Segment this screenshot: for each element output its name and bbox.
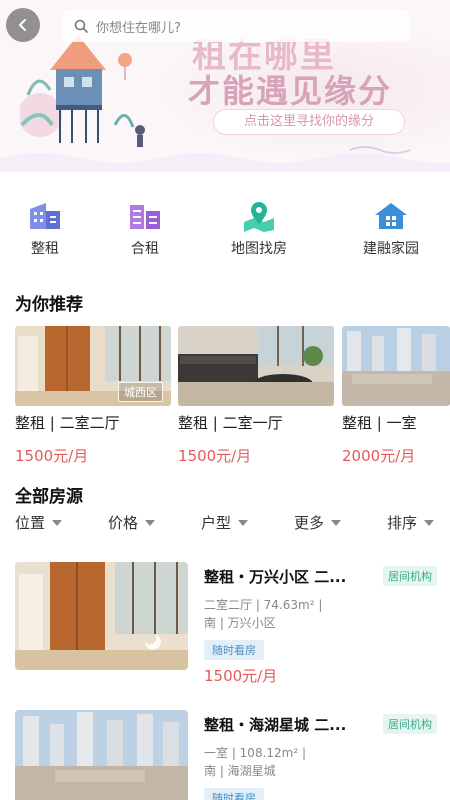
recommend-section-title: 为你推荐 [15, 295, 83, 315]
banner-cta-pill[interactable]: 点击这里寻找你的缘分 [213, 109, 405, 135]
category-nav: 整租 合租 地图找房 建融家园 [0, 200, 450, 260]
listing-item[interactable]: 整租・海湖星城 二... 居间机构 一室 | 108.12m² | 南 | 海湖… [15, 710, 440, 800]
filter-label: 户型 [201, 514, 232, 532]
filter-layout[interactable]: 户型 [201, 512, 249, 533]
filter-price[interactable]: 价格 [108, 512, 156, 533]
listing-item[interactable]: 整租・万兴小区 二... 居间机构 二室二厅 | 74.63m² | 南 | 万… [15, 562, 440, 685]
recommend-price: 2000元/月 [342, 447, 416, 465]
recommend-card[interactable]: 城西区 整租 | 二室二厅 1500元/月 [15, 326, 171, 466]
recommend-price: 1500元/月 [15, 447, 89, 465]
recommend-price: 1500元/月 [178, 447, 252, 465]
caret-down-icon [331, 519, 342, 526]
feature-tag: 随时看房 [204, 788, 264, 800]
search-placeholder: 你想住在哪儿? [96, 20, 181, 36]
building-icon [30, 203, 60, 229]
category-label: 地图找房 [231, 241, 287, 257]
recommend-name: 整租 | 二室二厅 [15, 414, 120, 432]
filter-label: 更多 [294, 514, 325, 532]
category-map-search[interactable]: 地图找房 [214, 200, 304, 258]
listing-location: 南 | 海湖星城 [204, 764, 276, 778]
recommend-name: 整租 | 一室 [342, 414, 417, 432]
recommend-card[interactable]: 整租 | 一室 2000元/月 [342, 326, 450, 466]
category-jianrong-home[interactable]: 建融家园 [346, 200, 436, 258]
feature-tag: 随时看房 [204, 640, 264, 660]
home-icon [375, 203, 407, 229]
filter-label: 排序 [387, 514, 418, 532]
recommend-name: 整租 | 二室一厅 [178, 414, 283, 432]
listing-title: 整租・海湖星城 二... [204, 716, 347, 734]
listing-photo [15, 562, 188, 670]
district-tag: 城西区 [118, 382, 163, 402]
category-label: 建融家园 [363, 241, 419, 257]
filter-more[interactable]: 更多 [294, 512, 342, 533]
filter-location[interactable]: 位置 [15, 512, 63, 533]
listing-location: 南 | 万兴小区 [204, 616, 276, 630]
listing-specs: 一室 | 108.12m² | [204, 746, 307, 760]
listing-price: 1500元/月 [204, 667, 278, 685]
listing-specs: 二室二厅 | 74.63m² | [204, 598, 323, 612]
agency-badge: 居间机构 [383, 714, 437, 734]
filter-label: 价格 [108, 514, 139, 532]
agency-badge: 居间机构 [383, 566, 437, 586]
recommend-photo: 城西区 [15, 326, 171, 406]
category-label: 合租 [131, 241, 159, 257]
filter-sort[interactable]: 排序 [387, 512, 435, 533]
category-whole-rent[interactable]: 整租 [0, 200, 90, 258]
shared-building-icon [130, 205, 160, 229]
chevron-left-icon [19, 19, 26, 31]
recommend-photo [178, 326, 334, 406]
category-shared-rent[interactable]: 合租 [100, 200, 190, 258]
map-pin-icon [244, 202, 274, 232]
category-label: 整租 [31, 241, 59, 257]
house-illustration-icon [20, 35, 145, 147]
filter-bar: 位置 价格 户型 更多 排序 [0, 512, 450, 538]
listing-photo [15, 710, 188, 800]
recommend-card[interactable]: 整租 | 二室一厅 1500元/月 [178, 326, 334, 466]
caret-down-icon [145, 519, 156, 526]
search-input[interactable]: 你想住在哪儿? [62, 10, 410, 42]
caret-down-icon [52, 519, 63, 526]
all-listings-title: 全部房源 [15, 487, 83, 507]
back-button[interactable] [6, 8, 40, 42]
caret-down-icon [424, 519, 435, 526]
search-icon [74, 19, 88, 33]
banner-title-line2: 才能遇见缘分 [188, 72, 393, 110]
recommend-photo [342, 326, 450, 406]
listing-title: 整租・万兴小区 二... [204, 568, 347, 586]
caret-down-icon [238, 519, 249, 526]
filter-label: 位置 [15, 514, 46, 532]
